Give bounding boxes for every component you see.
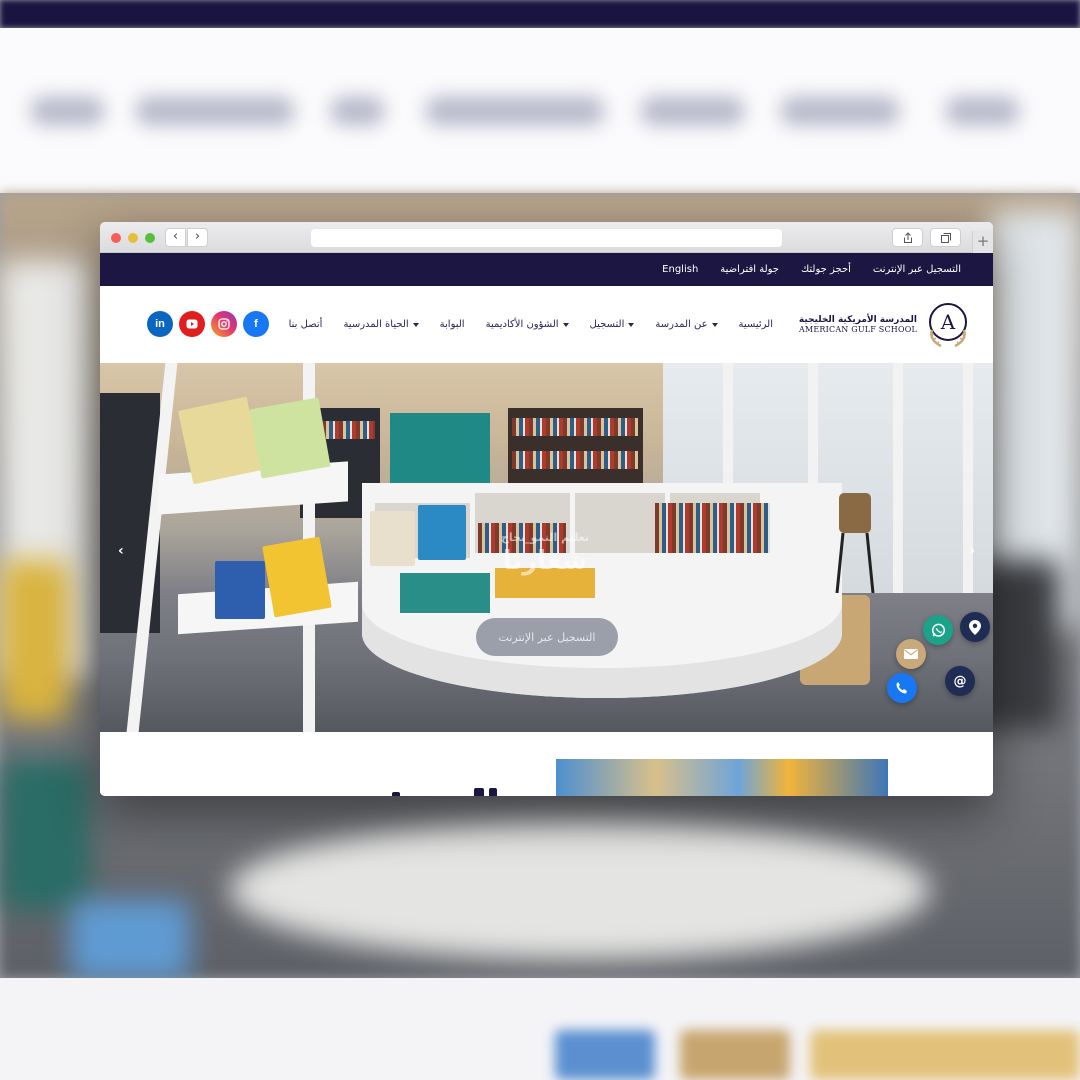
logo-text: المدرسة الأمريكية الخليجية AMERICAN GULF… (799, 315, 917, 334)
school-logo[interactable]: المدرسة الأمريكية الخليجية AMERICAN GULF… (799, 300, 973, 348)
browser-chrome: ‹ › + (100, 222, 993, 253)
topbar-links: التسجيل عبر الإنترنت أحجز جولتك جولة افت… (662, 253, 961, 286)
instagram-icon[interactable] (211, 311, 237, 337)
caret-down-icon (711, 322, 718, 327)
nav-item-portal[interactable]: البوابة (440, 319, 465, 330)
new-tab-button[interactable]: + (972, 231, 993, 253)
site-topbar: التسجيل عبر الإنترنت أحجز جولتك جولة افت… (100, 253, 993, 286)
logo-letter: A (940, 310, 956, 334)
nav-item-about[interactable]: عن المدرسة (655, 319, 718, 330)
caret-down-icon (412, 322, 419, 327)
tabs-button[interactable] (930, 228, 961, 247)
facebook-icon[interactable]: f (243, 311, 269, 337)
topbar-link-english[interactable]: English (662, 264, 698, 275)
minimize-window-button[interactable] (128, 233, 138, 243)
section-image (556, 759, 888, 796)
at-icon[interactable]: @ (945, 666, 975, 696)
content-section (100, 732, 993, 796)
tabs-icon (941, 233, 951, 243)
forward-button[interactable]: › (187, 228, 208, 247)
section-heading (392, 788, 502, 796)
mail-icon[interactable] (896, 639, 926, 669)
nav-item-admissions[interactable]: التسجيل (590, 319, 635, 330)
slider-next-button[interactable]: › (969, 543, 975, 559)
close-window-button[interactable] (111, 233, 121, 243)
site-header: المدرسة الأمريكية الخليجية AMERICAN GULF… (100, 286, 993, 363)
topbar-link-online-registration[interactable]: التسجيل عبر الإنترنت (873, 264, 961, 275)
nav-item-home[interactable]: الرئيسية (739, 319, 773, 330)
main-navigation: الرئيسية عن المدرسة التسجيل الشؤون الأكا… (289, 286, 773, 363)
social-links: in f (147, 311, 269, 337)
share-icon (904, 232, 912, 243)
map-pin-icon[interactable] (960, 612, 990, 642)
youtube-icon[interactable] (179, 311, 205, 337)
topbar-link-book-tour[interactable]: أحجز جولتك (801, 264, 851, 275)
share-button[interactable] (892, 228, 923, 247)
nav-item-school-life[interactable]: الحياة المدرسية (343, 319, 419, 330)
hero-heading: شعارنا (502, 546, 588, 576)
whatsapp-icon[interactable] (923, 615, 953, 645)
zoom-window-button[interactable] (145, 233, 155, 243)
logo-name-arabic: المدرسة الأمريكية الخليجية (798, 314, 917, 325)
topbar-link-virtual-tour[interactable]: جولة افتراضية (720, 264, 779, 275)
hero-subtitle: تعليم النمو_نجاح (500, 531, 590, 544)
address-bar[interactable] (311, 229, 782, 247)
backdrop-topbar (0, 0, 1080, 28)
logo-emblem-icon: A (923, 300, 973, 348)
nav-item-contact[interactable]: أتصل بنا (289, 319, 323, 330)
hero-register-button[interactable]: التسجيل عبر الإنترنت (476, 618, 618, 656)
back-button[interactable]: ‹ (165, 228, 186, 247)
caret-down-icon (628, 322, 635, 327)
linkedin-icon[interactable]: in (147, 311, 173, 337)
logo-name-english: AMERICAN GULF SCHOOL (799, 324, 917, 334)
hero-scene-panel (390, 413, 490, 483)
hero-slider: ‹ › تعليم النمو_نجاح شعارنا التسجيل عبر … (100, 363, 993, 732)
caret-down-icon (562, 322, 569, 327)
slider-prev-button[interactable]: ‹ (118, 543, 124, 559)
browser-window: ‹ › + التسجيل عبر الإنترنت أحجز جولتك جو… (100, 222, 993, 796)
hero-title: تعليم النمو_نجاح شعارنا (470, 531, 620, 576)
backdrop-nav (0, 90, 1080, 134)
nav-item-academics[interactable]: الشؤون الأكاديمية (486, 319, 569, 330)
phone-icon[interactable] (887, 673, 917, 703)
